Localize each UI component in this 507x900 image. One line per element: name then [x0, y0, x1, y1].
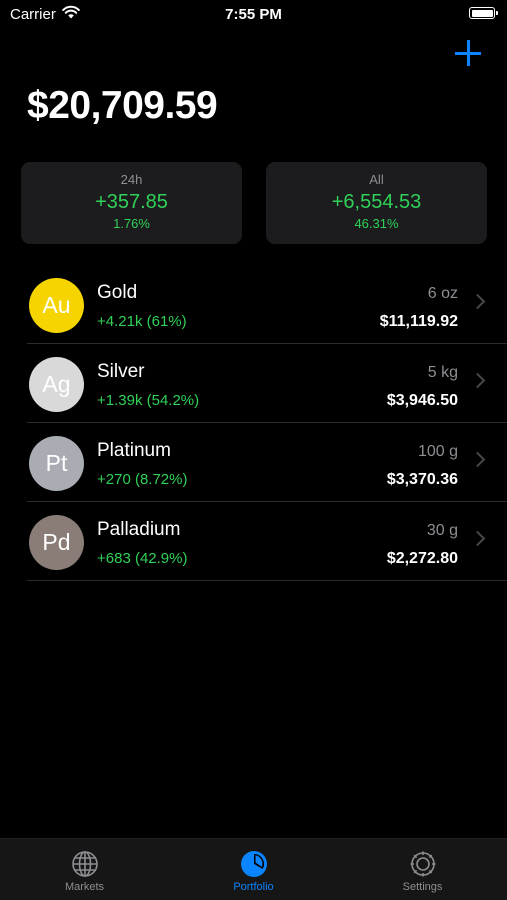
palladium-avatar: Pd	[29, 515, 84, 570]
card-value: +357.85	[95, 191, 168, 213]
tab-markets[interactable]: Markets	[0, 839, 169, 900]
asset-row-gold[interactable]: Au Gold +4.21k (61%) 6 oz $11,119.92	[0, 265, 507, 344]
asset-name: Silver	[97, 361, 145, 382]
tab-label: Markets	[64, 881, 105, 893]
asset-name: Palladium	[97, 519, 181, 540]
gear-icon	[410, 851, 435, 877]
chevron-right-icon	[469, 372, 486, 389]
asset-row-platinum[interactable]: Pt Platinum +270 (8.72%) 100 g $3,370.36	[0, 423, 507, 502]
asset-value: $2,272.80	[386, 550, 458, 567]
asset-change: +1.39k (54.2%)	[97, 392, 200, 409]
asset-quantity: 100 g	[417, 443, 458, 460]
asset-row-palladium[interactable]: Pd Palladium +683 (42.9%) 30 g $2,272.80	[0, 502, 507, 581]
pie-chart-icon	[240, 851, 267, 877]
clock: 7:55 PM	[225, 6, 282, 23]
asset-quantity: 30 g	[426, 522, 458, 539]
asset-change: +683 (42.9%)	[97, 550, 188, 567]
card-percent: 1.76%	[113, 216, 150, 231]
chevron-right-icon	[469, 293, 486, 310]
tab-label: Settings	[402, 881, 443, 893]
card-value: +6,554.53	[331, 191, 422, 213]
card-label: All	[369, 172, 384, 187]
platinum-avatar: Pt	[29, 436, 84, 491]
add-button[interactable]	[455, 40, 481, 66]
asset-row-silver[interactable]: Ag Silver +1.39k (54.2%) 5 kg $3,946.50	[0, 344, 507, 423]
asset-value: $3,370.36	[386, 471, 458, 488]
chevron-right-icon	[469, 451, 486, 468]
tab-settings[interactable]: Settings	[338, 839, 507, 900]
card-percent: 46.31%	[354, 216, 399, 231]
asset-value: $11,119.92	[379, 313, 458, 330]
change-24h-card[interactable]: 24h +357.85 1.76%	[21, 162, 242, 244]
change-all-card[interactable]: All +6,554.53 46.31%	[266, 162, 487, 244]
globe-icon	[71, 851, 98, 877]
silver-avatar: Ag	[29, 357, 84, 412]
asset-name: Gold	[97, 282, 138, 303]
asset-value: $3,946.50	[386, 392, 458, 409]
chevron-right-icon	[469, 530, 486, 547]
asset-quantity: 6 oz	[427, 285, 458, 302]
asset-change: +4.21k (61%)	[97, 313, 187, 330]
gold-avatar: Au	[29, 278, 84, 333]
asset-change: +270 (8.72%)	[97, 471, 188, 488]
portfolio-total: $20,709.59	[27, 84, 218, 127]
asset-name: Platinum	[97, 440, 171, 461]
battery-icon	[469, 7, 498, 19]
tab-portfolio[interactable]: Portfolio	[169, 839, 338, 900]
asset-quantity: 5 kg	[427, 364, 458, 381]
row-divider	[27, 580, 507, 581]
tab-bar: Markets Portfolio Settings	[0, 838, 507, 900]
asset-list: Au Gold +4.21k (61%) 6 oz $11,119.92 Ag …	[0, 265, 507, 581]
tab-label: Portfolio	[233, 881, 274, 893]
status-bar: Carrier 7:55 PM	[0, 0, 507, 30]
card-label: 24h	[120, 172, 143, 187]
